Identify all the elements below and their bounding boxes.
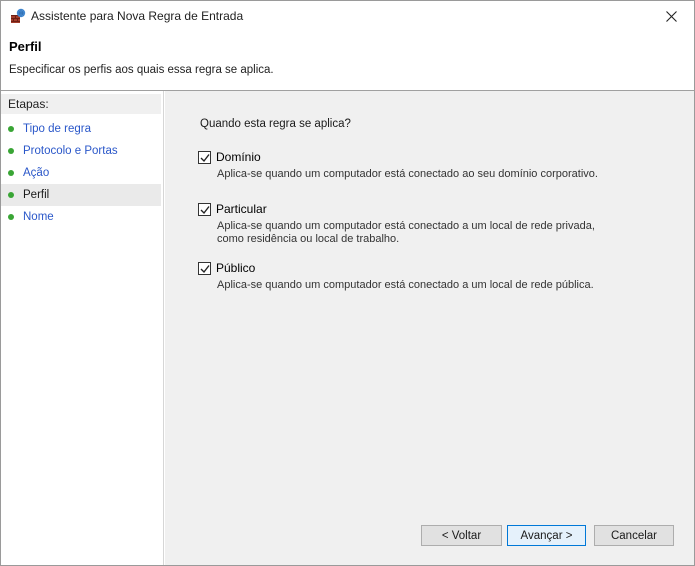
firewall-app-icon xyxy=(10,8,26,24)
step-label: Perfil xyxy=(23,189,50,201)
step-protocolo-e-portas[interactable]: Protocolo e Portas xyxy=(1,140,161,162)
step-label: Nome xyxy=(23,211,54,223)
window-title: Assistente para Nova Regra de Entrada xyxy=(31,9,244,23)
checkmark-icon xyxy=(200,206,210,215)
dominio-description: Aplica-se quando um computador está cone… xyxy=(217,168,598,180)
step-tipo-de-regra[interactable]: Tipo de regra xyxy=(1,118,161,140)
page-title: Perfil xyxy=(9,39,42,54)
title-bar[interactable]: Assistente para Nova Regra de Entrada xyxy=(1,1,694,33)
step-dot-icon xyxy=(8,126,14,132)
step-label: Ação xyxy=(23,167,50,179)
next-button[interactable]: Avançar > xyxy=(507,525,586,546)
content-panel: Quando esta regra se aplica? Domínio Apl… xyxy=(165,91,694,565)
dominio-checkbox[interactable] xyxy=(198,151,211,164)
particular-label[interactable]: Particular xyxy=(216,202,267,216)
question-text: Quando esta regra se aplica? xyxy=(200,118,351,130)
step-dot-icon xyxy=(8,170,14,176)
page-description: Especificar os perfis aos quais essa reg… xyxy=(9,64,274,76)
step-label: Tipo de regra xyxy=(23,123,91,135)
checkmark-icon xyxy=(200,265,210,274)
step-dot-icon xyxy=(8,214,14,220)
publico-label[interactable]: Público xyxy=(216,261,255,275)
publico-description: Aplica-se quando um computador está cone… xyxy=(217,279,594,291)
particular-checkbox[interactable] xyxy=(198,203,211,216)
back-button[interactable]: < Voltar xyxy=(421,525,502,546)
steps-panel: Etapas: Tipo de regra Protocolo e Portas… xyxy=(1,91,164,565)
close-icon xyxy=(665,10,677,22)
wizard-window: Assistente para Nova Regra de Entrada Pe… xyxy=(0,0,695,566)
publico-checkbox[interactable] xyxy=(198,262,211,275)
cancel-button[interactable]: Cancelar xyxy=(594,525,674,546)
dominio-label[interactable]: Domínio xyxy=(216,150,261,164)
step-acao[interactable]: Ação xyxy=(1,162,161,184)
step-perfil[interactable]: Perfil xyxy=(1,184,161,206)
wizard-header: Perfil Especificar os perfis aos quais e… xyxy=(1,33,694,89)
checkmark-icon xyxy=(200,154,210,163)
step-dot-icon xyxy=(8,148,14,154)
close-button[interactable] xyxy=(648,1,694,31)
steps-title: Etapas: xyxy=(1,94,161,114)
step-nome[interactable]: Nome xyxy=(1,206,161,228)
step-dot-icon xyxy=(8,192,14,198)
particular-description: Aplica-se quando um computador está cone… xyxy=(217,220,595,245)
step-label: Protocolo e Portas xyxy=(23,145,118,157)
